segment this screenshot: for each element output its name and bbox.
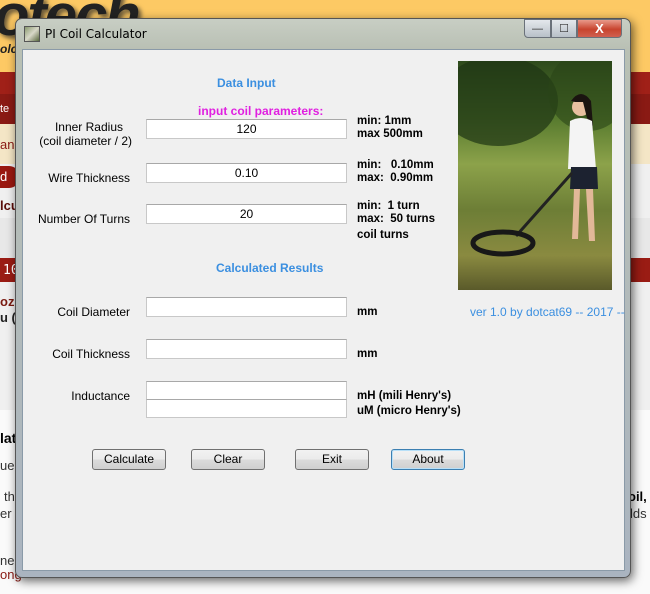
data-input-heading: Data Input xyxy=(217,76,276,90)
clear-button[interactable]: Clear xyxy=(191,449,265,470)
window-title: PI Coil Calculator xyxy=(45,27,147,41)
inner-radius-sublabel: (coil diameter / 2) xyxy=(39,134,132,148)
turns-min: min: 1 turn xyxy=(357,200,420,212)
wire-thickness-max: max: 0.90mm xyxy=(357,172,434,184)
inner-radius-input[interactable]: 120 xyxy=(146,119,347,139)
wire-thickness-min: min: 0.10mm xyxy=(357,159,434,171)
about-button[interactable]: About xyxy=(391,449,465,470)
inner-radius-min: min: 1mm xyxy=(357,115,412,127)
coil-thickness-label: Coil Thickness xyxy=(52,347,130,361)
inner-radius-max: max 500mm xyxy=(357,128,423,140)
coil-diameter-unit: mm xyxy=(357,306,378,318)
background-text: th xyxy=(4,489,15,504)
coil-diameter-output[interactable] xyxy=(146,297,347,317)
inductance-uh-output[interactable] xyxy=(146,399,347,418)
close-button[interactable]: X xyxy=(577,19,622,38)
background-text: te xyxy=(0,103,10,115)
inductance-uh-unit: uM (micro Henry's) xyxy=(357,405,461,417)
background-text: u ( xyxy=(0,310,16,325)
client-area: Data Input input coil parameters: Inner … xyxy=(22,49,625,571)
wire-thickness-label: Wire Thickness xyxy=(48,171,130,185)
turns-unit: coil turns xyxy=(357,229,409,241)
app-icon xyxy=(24,26,40,42)
background-text: lds xyxy=(630,506,647,521)
photo-illustration xyxy=(458,61,612,257)
turns-max: max: 50 turns xyxy=(357,213,435,225)
background-text: d xyxy=(0,169,8,184)
inductance-label: Inductance xyxy=(71,389,130,403)
coil-diameter-label: Coil Diameter xyxy=(57,305,130,319)
pi-coil-calculator-window: PI Coil Calculator — ☐ X Data Input inpu… xyxy=(15,18,631,578)
background-text: er xyxy=(0,506,12,521)
maximize-button[interactable]: ☐ xyxy=(551,19,577,38)
minimize-button[interactable]: — xyxy=(524,19,551,38)
version-label: ver 1.0 by dotcat69 -- 2017 -- xyxy=(470,305,625,319)
background-text: ue xyxy=(0,458,15,473)
calculate-button[interactable]: Calculate xyxy=(92,449,166,470)
number-of-turns-label: Number Of Turns xyxy=(37,212,130,226)
exit-button[interactable]: Exit xyxy=(295,449,369,470)
input-parameters-heading: input coil parameters: xyxy=(198,104,324,118)
calculated-results-heading: Calculated Results xyxy=(216,261,324,275)
metal-detector-photo xyxy=(458,61,612,290)
coil-thickness-output[interactable] xyxy=(146,339,347,359)
inner-radius-label: Inner Radius xyxy=(54,120,123,134)
wire-thickness-input[interactable]: 0.10 xyxy=(146,163,347,183)
coil-thickness-unit: mm xyxy=(357,348,378,360)
background-text: lat xyxy=(0,430,17,446)
inductance-mh-output[interactable] xyxy=(146,381,347,400)
number-of-turns-input[interactable]: 20 xyxy=(146,204,347,224)
inductance-mh-unit: mH (mili Henry's) xyxy=(357,390,452,402)
